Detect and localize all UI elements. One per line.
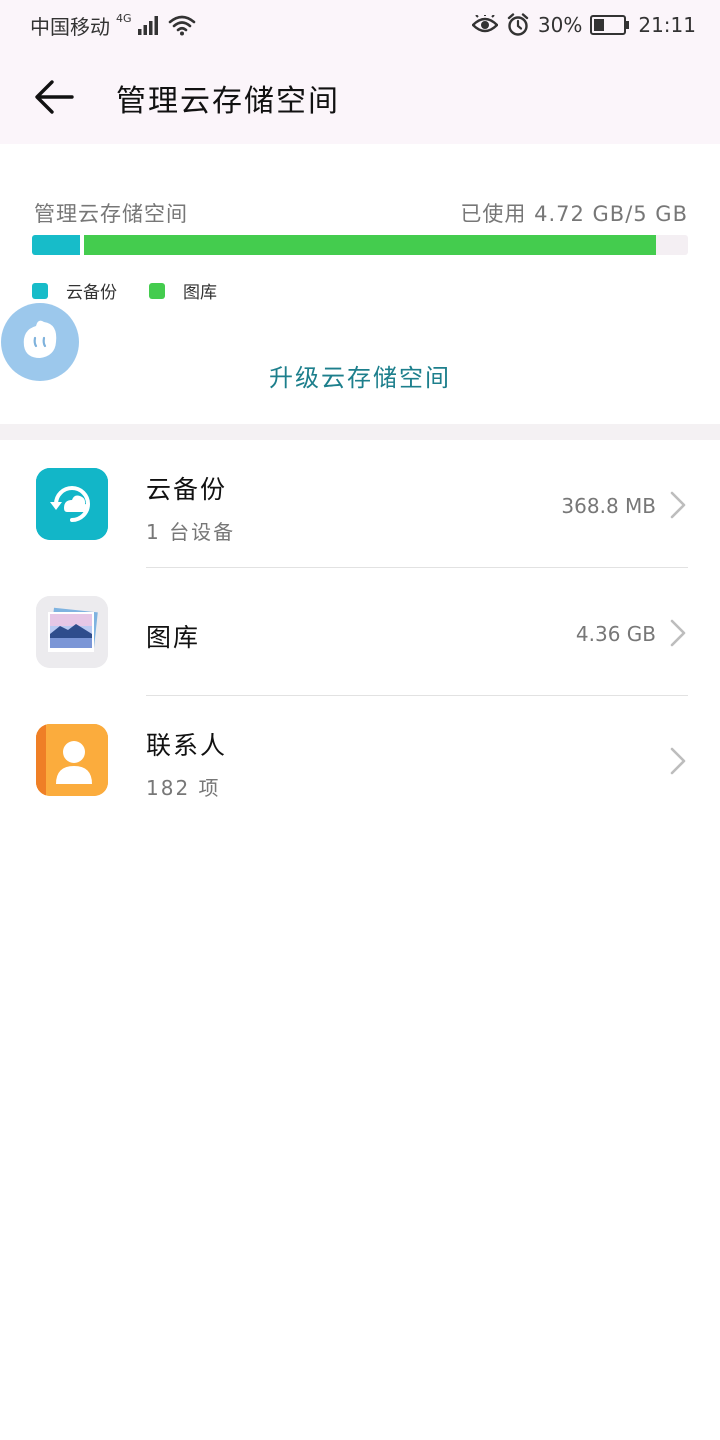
alarm-icon bbox=[507, 13, 529, 36]
wifi-icon bbox=[168, 15, 195, 36]
legend-label: 图库 bbox=[183, 283, 217, 303]
usage-segment-cloud-backup bbox=[32, 235, 80, 255]
storage-usage-bar bbox=[32, 235, 688, 255]
chevron-right-icon bbox=[670, 747, 686, 775]
item-subtitle: 1 台设备 bbox=[146, 520, 236, 544]
item-subtitle: 182 项 bbox=[146, 776, 221, 800]
status-bar: 中国移动 4G 30% 21:11 bbox=[0, 0, 720, 50]
back-button[interactable] bbox=[26, 72, 82, 122]
item-title: 云备份 bbox=[146, 475, 228, 504]
legend-label: 云备份 bbox=[66, 283, 117, 303]
app-bar: 管理云存储空间 bbox=[0, 50, 720, 144]
battery-icon bbox=[590, 15, 630, 35]
legend-swatch-cloud-backup bbox=[32, 282, 48, 299]
item-title: 图库 bbox=[146, 623, 201, 652]
usage-legend: 云备份 图库 bbox=[32, 278, 249, 303]
list-item-contacts[interactable]: 联系人 182 项 bbox=[0, 696, 720, 824]
assistant-bubble-icon bbox=[1, 303, 79, 381]
clock: 21:11 bbox=[638, 13, 696, 37]
usage-label: 管理云存储空间 bbox=[34, 202, 188, 226]
list-item-gallery[interactable]: 图库 4.36 GB bbox=[0, 568, 720, 696]
storage-usage-card: 管理云存储空间 已使用 4.72 GB/5 GB 云备份 图库 升级云存储空间 bbox=[0, 144, 720, 424]
floating-assistant-button[interactable] bbox=[0, 302, 80, 382]
cloud-backup-icon bbox=[36, 468, 108, 540]
usage-segment-gallery bbox=[84, 235, 656, 255]
list-item-cloud-backup[interactable]: 云备份 1 台设备 368.8 MB bbox=[0, 440, 720, 568]
legend-item-gallery: 图库 bbox=[149, 278, 217, 303]
item-size: 4.36 GB bbox=[575, 622, 656, 646]
network-type-label: 4G bbox=[116, 12, 132, 25]
storage-item-list: 云备份 1 台设备 368.8 MB 图库 4.36 GB 联系人 182 项 bbox=[0, 440, 720, 824]
contacts-icon bbox=[36, 724, 108, 796]
page-title: 管理云存储空间 bbox=[116, 84, 340, 119]
signal-icon bbox=[137, 16, 158, 35]
legend-swatch-gallery bbox=[149, 282, 165, 299]
item-size: 368.8 MB bbox=[561, 494, 656, 518]
back-arrow-icon bbox=[35, 80, 74, 114]
legend-item-cloud-backup: 云备份 bbox=[32, 278, 117, 303]
item-title: 联系人 bbox=[146, 731, 228, 760]
section-divider bbox=[0, 424, 720, 440]
chevron-right-icon bbox=[670, 491, 686, 519]
battery-percent: 30% bbox=[537, 13, 583, 37]
usage-value: 已使用 4.72 GB/5 GB bbox=[460, 202, 688, 226]
eye-comfort-icon bbox=[471, 15, 498, 33]
chevron-right-icon bbox=[670, 619, 686, 647]
carrier-label: 中国移动 bbox=[30, 14, 110, 39]
upgrade-storage-link[interactable]: 升级云存储空间 bbox=[0, 358, 720, 393]
gallery-icon bbox=[36, 596, 108, 668]
